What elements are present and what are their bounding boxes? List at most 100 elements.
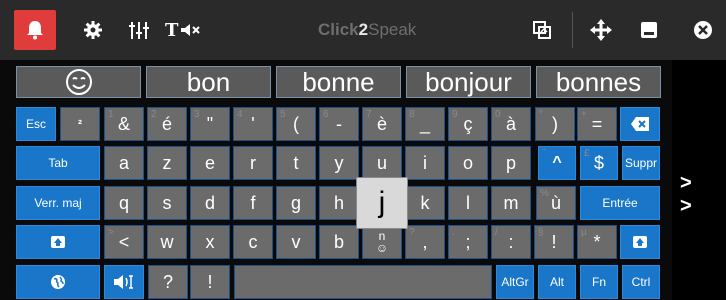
letter-key[interactable]: h bbox=[319, 186, 359, 220]
char-key[interactable]: w bbox=[147, 225, 187, 259]
shift-key[interactable] bbox=[16, 225, 100, 259]
char-key[interactable]: 1 & bbox=[104, 107, 144, 141]
caret-key[interactable]: ¨ ^ bbox=[538, 146, 576, 180]
char-key[interactable]: µ * bbox=[577, 225, 617, 259]
char-key[interactable]: c bbox=[233, 225, 273, 259]
gear-icon[interactable] bbox=[78, 14, 108, 46]
svg-text:T: T bbox=[165, 20, 179, 40]
key-label: f bbox=[250, 192, 256, 213]
shift-right-key[interactable] bbox=[620, 225, 660, 259]
question-key[interactable]: ? bbox=[148, 265, 188, 299]
key-label: k bbox=[420, 192, 430, 213]
char-key[interactable]: °) bbox=[535, 107, 575, 141]
esc-key[interactable]: Esc bbox=[16, 107, 56, 141]
ugrave-key[interactable]: % ù bbox=[536, 186, 576, 220]
app-logo: Click2Speak bbox=[318, 20, 417, 39]
char-key[interactable]: + = bbox=[577, 107, 617, 141]
alt-key[interactable]: Alt bbox=[538, 265, 576, 299]
letter-key[interactable]: p bbox=[491, 146, 531, 180]
char-key[interactable]: b bbox=[319, 225, 359, 259]
space-key[interactable] bbox=[234, 265, 492, 299]
char-key[interactable]: 2é bbox=[147, 107, 187, 141]
char-key[interactable]: > < bbox=[104, 225, 144, 259]
char-key[interactable]: §! bbox=[534, 225, 574, 259]
letter-key[interactable]: a bbox=[104, 146, 144, 180]
letter-key[interactable]: t bbox=[276, 146, 316, 180]
fn-key[interactable]: Fn bbox=[580, 265, 618, 299]
letter-key[interactable]: r bbox=[233, 146, 273, 180]
char-key[interactable]: 4 ' bbox=[233, 107, 273, 141]
prediction-key[interactable]: bonnes bbox=[536, 66, 661, 98]
move-icon[interactable] bbox=[586, 14, 616, 46]
key-label: d bbox=[204, 192, 215, 213]
char-key[interactable]: 7è bbox=[362, 107, 402, 141]
shift-icon bbox=[51, 236, 65, 248]
enter-key[interactable]: Entrée bbox=[580, 186, 660, 220]
letter-key[interactable]: o bbox=[448, 146, 488, 180]
letter-key[interactable]: m bbox=[491, 186, 531, 220]
text-to-speech-mute-icon[interactable]: T bbox=[164, 14, 208, 46]
caps-lock-key[interactable]: Verr. maj bbox=[16, 186, 100, 220]
char-key[interactable]: 0à bbox=[491, 107, 531, 141]
minimize-icon[interactable] bbox=[634, 14, 664, 46]
screenshot-icon[interactable] bbox=[527, 14, 557, 46]
backspace-key[interactable] bbox=[620, 107, 660, 141]
keyboard: bon bonne bonjour bonnes Esc ² Tab ¨ ^ £ $… bbox=[0, 60, 672, 300]
char-key[interactable]: v bbox=[276, 225, 316, 259]
tab-key[interactable]: Tab bbox=[16, 146, 100, 180]
letter-key[interactable]: u bbox=[362, 146, 402, 180]
delete-key[interactable]: Suppr bbox=[622, 146, 660, 180]
letter-key[interactable]: i bbox=[405, 146, 445, 180]
letter-key[interactable]: n ☺ bbox=[362, 225, 402, 259]
char-key[interactable]: x bbox=[190, 225, 230, 259]
key-alt-label: 8 bbox=[409, 109, 415, 120]
key-label: e bbox=[204, 152, 215, 173]
key-alt-label: 2 bbox=[151, 109, 157, 120]
letter-key-highlighted[interactable]: j bbox=[356, 177, 408, 229]
char-key[interactable]: 8 _ bbox=[405, 107, 445, 141]
char-key[interactable]: /: bbox=[491, 225, 531, 259]
letter-key[interactable]: s bbox=[147, 186, 187, 220]
close-icon[interactable] bbox=[688, 14, 718, 46]
key-label: q bbox=[118, 192, 129, 213]
speaker-icon bbox=[114, 275, 133, 289]
emoji-prediction-key[interactable] bbox=[16, 66, 141, 98]
letter-key[interactable]: k bbox=[405, 186, 445, 220]
char-key[interactable]: 9ç bbox=[448, 107, 488, 141]
key-label: ( bbox=[293, 113, 299, 134]
key-label: u bbox=[376, 152, 387, 173]
letter-key[interactable]: y bbox=[319, 146, 359, 180]
letter-key[interactable]: q bbox=[104, 186, 144, 220]
superscript-two-key[interactable]: ² bbox=[60, 107, 100, 141]
bell-icon[interactable] bbox=[14, 10, 56, 50]
expand-arrows[interactable]: > > bbox=[680, 172, 726, 218]
key-alt-label: . bbox=[452, 227, 455, 238]
letter-key[interactable]: f bbox=[233, 186, 273, 220]
key-label: j bbox=[378, 186, 386, 219]
char-key[interactable]: 3 " bbox=[190, 107, 230, 141]
letter-key[interactable]: l bbox=[448, 186, 488, 220]
key-label: - bbox=[336, 113, 342, 134]
char-key[interactable]: .; bbox=[448, 225, 488, 259]
exclamation-key[interactable]: ! bbox=[190, 265, 230, 299]
ctrl-key[interactable]: Ctrl bbox=[622, 265, 660, 299]
prediction-key[interactable]: bon bbox=[146, 66, 271, 98]
key-label: * bbox=[593, 231, 601, 252]
letter-key[interactable]: z bbox=[147, 146, 187, 180]
char-key[interactable]: 6- bbox=[319, 107, 359, 141]
altgr-key[interactable]: AltGr bbox=[496, 265, 534, 299]
sliders-icon[interactable] bbox=[124, 14, 154, 46]
letter-key[interactable]: d bbox=[190, 186, 230, 220]
prediction-key[interactable]: bonne bbox=[276, 66, 401, 98]
letter-key[interactable]: e bbox=[190, 146, 230, 180]
char-key[interactable]: 5( bbox=[276, 107, 316, 141]
letter-key[interactable]: g bbox=[276, 186, 316, 220]
speak-key[interactable] bbox=[104, 265, 144, 299]
key-label: ) bbox=[552, 113, 558, 134]
language-key[interactable] bbox=[16, 265, 100, 299]
prediction-key[interactable]: bonjour bbox=[406, 66, 531, 98]
dollar-key[interactable]: £ $ bbox=[580, 146, 618, 180]
char-key[interactable]: ?, bbox=[405, 225, 445, 259]
key-alt-label: + bbox=[581, 109, 587, 120]
key-label: g bbox=[290, 192, 301, 213]
